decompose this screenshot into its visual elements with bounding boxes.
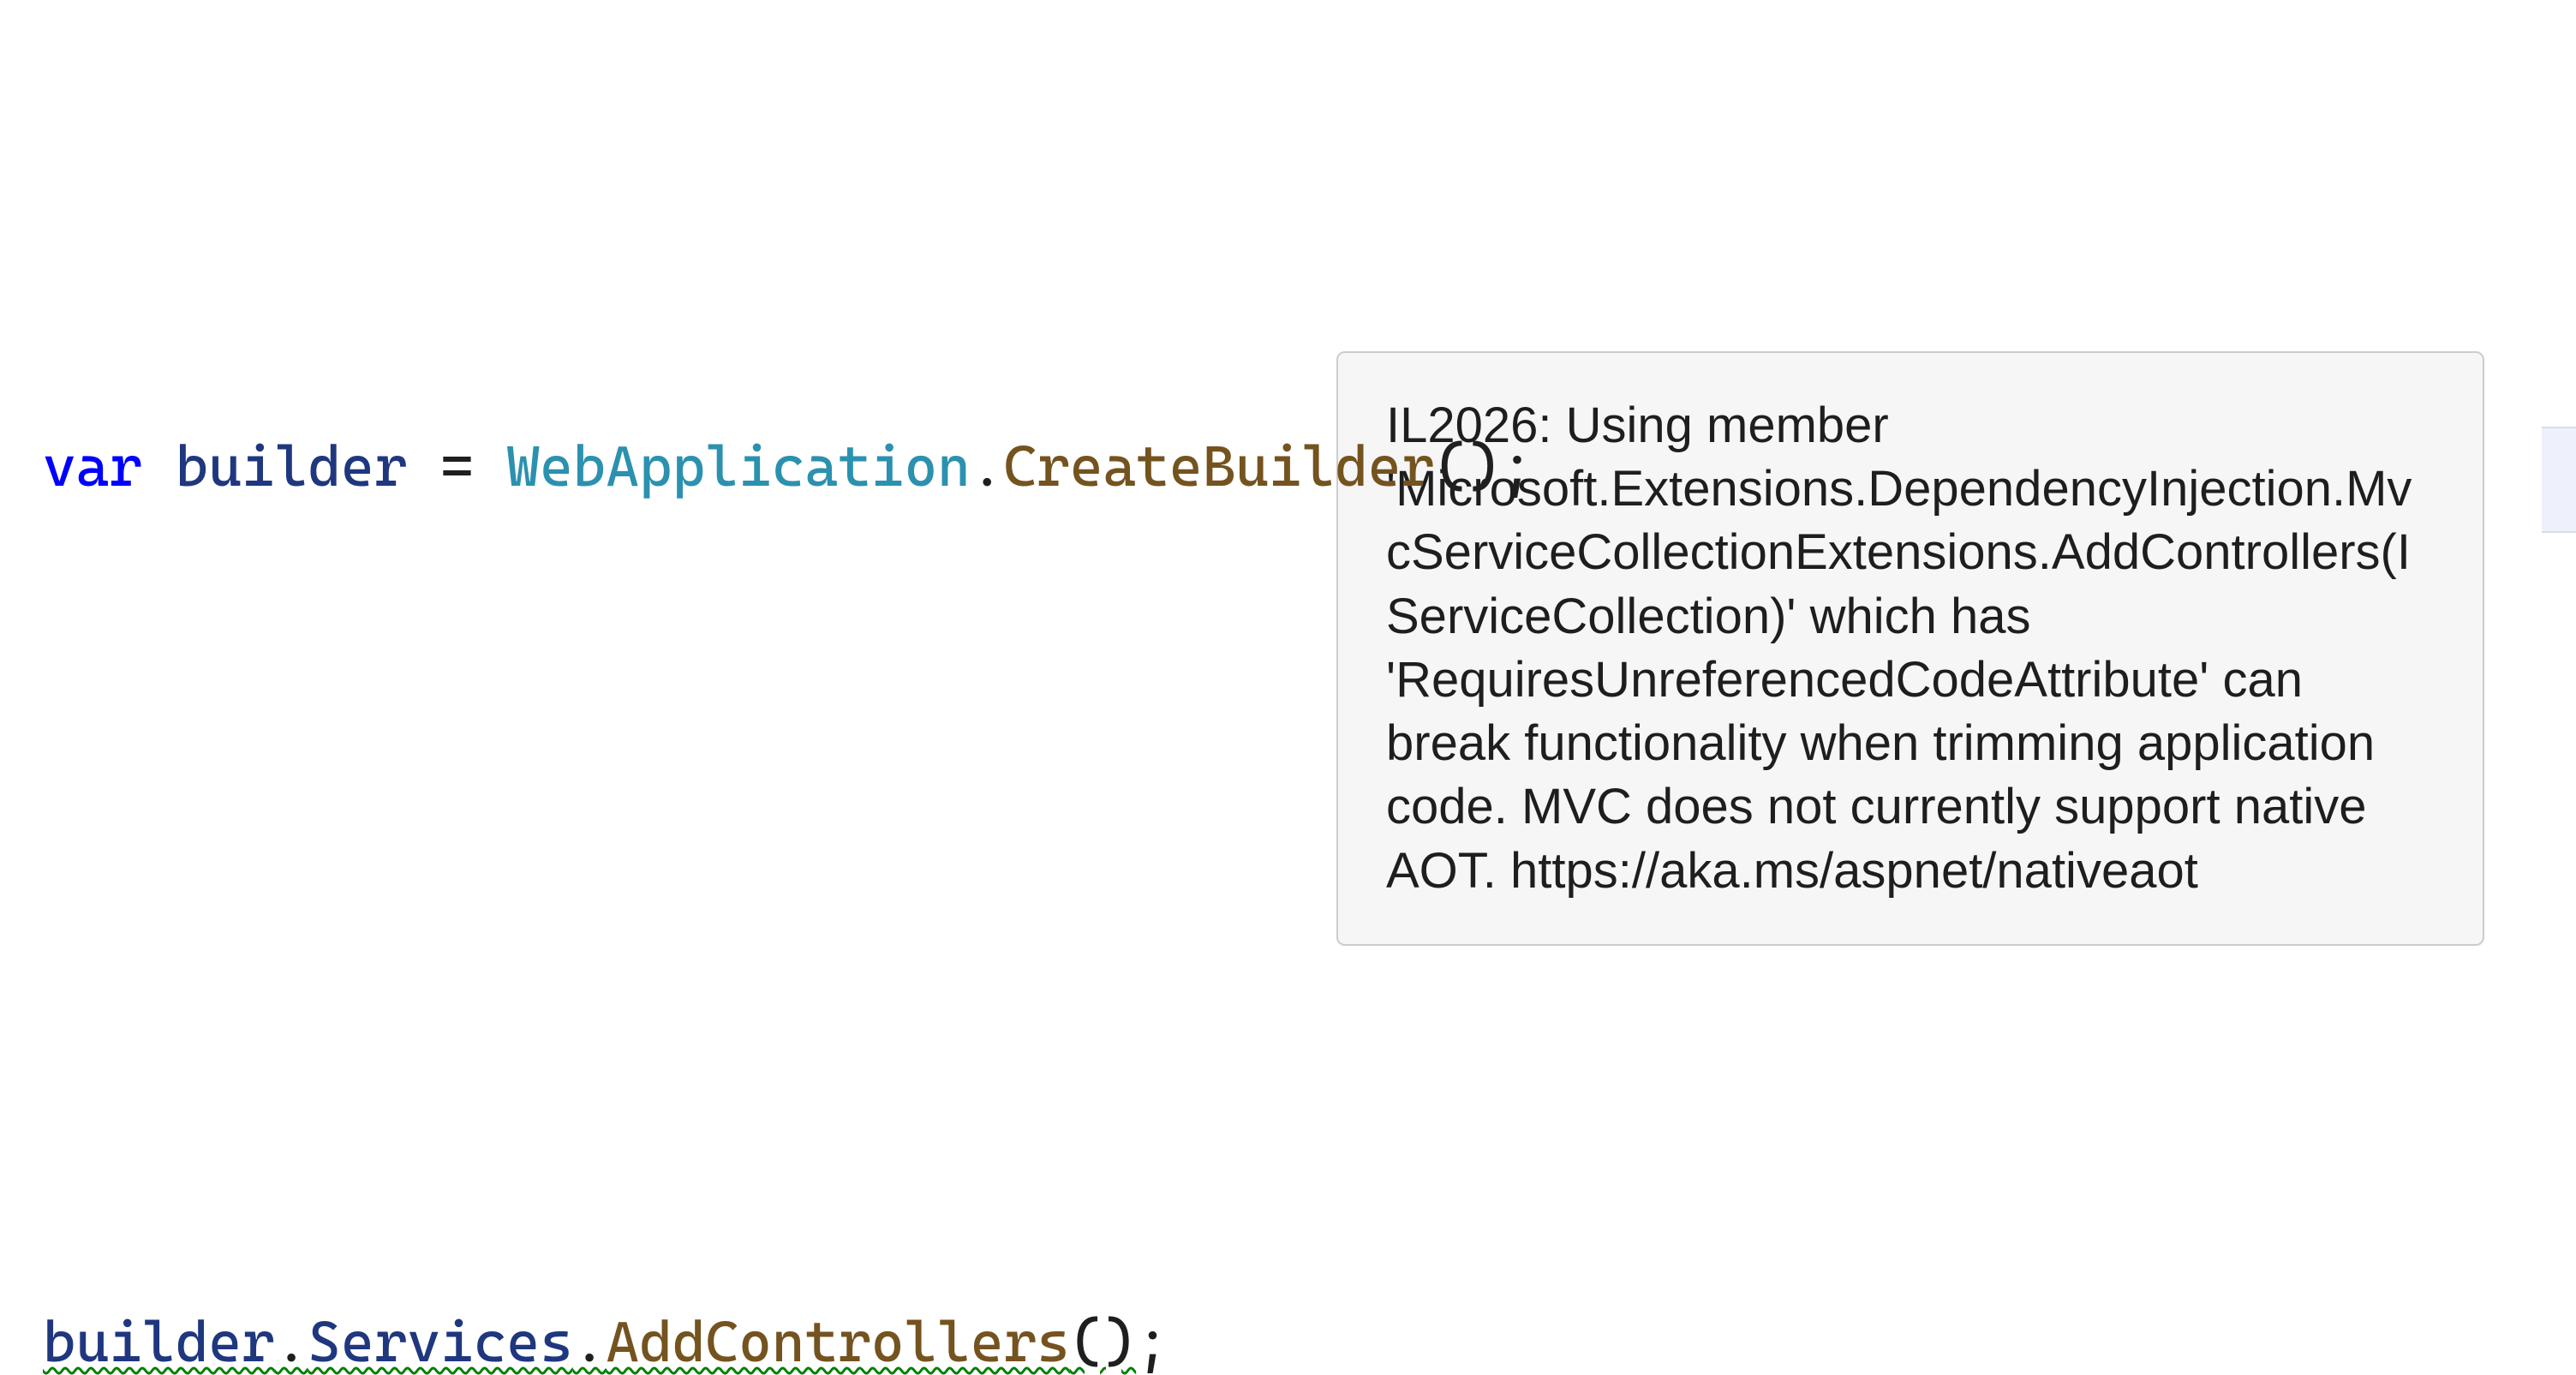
ident-services: Services	[308, 1299, 572, 1375]
type-webapplication: WebApplication	[506, 423, 970, 511]
dot: .	[573, 1299, 607, 1375]
semicolon: ;	[1136, 1299, 1169, 1375]
code-line[interactable]: builder . Services . AddControllers () ;	[43, 1300, 2576, 1375]
parens: ()	[1434, 423, 1500, 511]
tooltip-text: IL2026: Using member 'Microsoft.Extensio…	[1386, 398, 2412, 899]
ident-builder: builder	[176, 423, 408, 511]
dot: .	[275, 1299, 308, 1375]
dot: .	[971, 423, 1004, 511]
ident-builder: builder	[43, 1299, 275, 1375]
space	[407, 423, 440, 511]
space	[142, 423, 176, 511]
keyword-var: var	[43, 423, 142, 511]
editor-margin-marker	[2542, 427, 2576, 533]
parens: ()	[1070, 1299, 1136, 1375]
method-addcontrollers: AddControllers	[606, 1299, 1069, 1375]
semicolon: ;	[1501, 423, 1534, 511]
operator-equals: =	[440, 423, 474, 511]
space	[474, 423, 507, 511]
method-createbuilder: CreateBuilder	[1003, 423, 1434, 511]
